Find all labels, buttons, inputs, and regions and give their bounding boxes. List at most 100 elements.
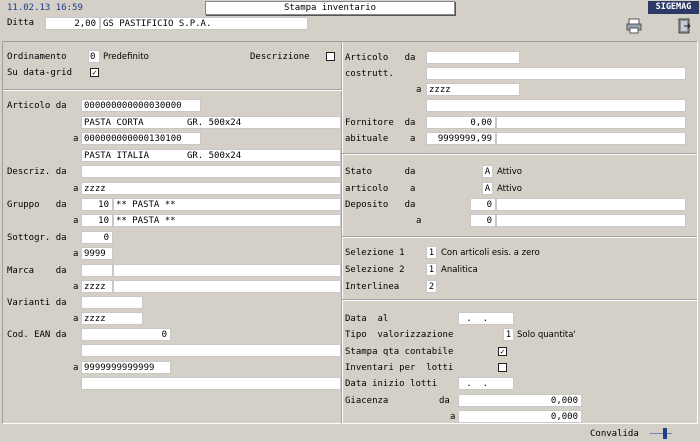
ean-a-field[interactable]: 9999999999999 (81, 361, 171, 374)
deposito-da-desc (496, 198, 686, 211)
articolo-da-field[interactable]: 000000000000030000 (81, 99, 201, 112)
gruppo-label: Gruppo da (7, 200, 67, 210)
sottogr-a-label: a (73, 249, 79, 259)
deposito-label: Deposito da (345, 200, 416, 210)
marca-da-desc (113, 264, 341, 277)
ordinamento-text: Predefinito (103, 52, 149, 62)
selezione2-label: Selezione 2 (345, 265, 405, 275)
ditta-name-field: GS PASTIFICIO S.P.A. (100, 17, 308, 30)
gruppo-a-label: a (73, 216, 79, 226)
giacenza-a-label: a (450, 412, 456, 422)
tipo-val-label: Tipo valorizzazione (345, 330, 454, 340)
interlinea-field[interactable]: 2 (426, 280, 437, 293)
selezione1-text: Con articoli esis. a zero (441, 248, 540, 258)
divider (342, 299, 697, 301)
sottogr-a-field[interactable]: 9999 (81, 247, 113, 260)
data-inizio-lotti-field[interactable]: . . 0 (458, 377, 514, 390)
descriz-a-label: a (73, 184, 79, 194)
printer-icon[interactable] (626, 18, 642, 34)
datetime: 11.02.13 16:59 (7, 3, 83, 13)
marca-a-code[interactable]: zzzz (81, 280, 113, 293)
su-data-grid-checkbox[interactable]: ✓ (90, 68, 99, 77)
fornitore-label: Fornitore da (345, 118, 416, 128)
descriz-label: Descriz. da (7, 167, 67, 177)
deposito-a-label: a (416, 216, 422, 226)
stato-da-text: Attivo (497, 167, 522, 177)
stato-da-field[interactable]: A (482, 165, 493, 178)
divider (342, 236, 697, 238)
articolo-da-label: Articolo da (7, 101, 67, 111)
su-data-grid-label: Su data-grid (7, 68, 73, 78)
articolo-a-desc: PASTA ITALIA GR. 500x24 (81, 149, 341, 162)
giacenza-da-field[interactable]: 0,000 (458, 394, 582, 407)
articolo-costr-a-field[interactable]: zzzz (426, 83, 520, 96)
descrizione-checkbox[interactable] (326, 52, 335, 61)
stampa-qta-checkbox[interactable]: ✓ (498, 347, 507, 356)
descrizione-label: Descrizione (250, 52, 310, 62)
data-inizio-lotti-label: Data inizio lotti (345, 379, 438, 389)
data-al-label: Data al (345, 314, 389, 324)
header-bar: 11.02.13 16:59 Stampa inventario SIGEMAG (0, 0, 700, 15)
tipo-val-text: Solo quantita' (517, 330, 576, 340)
articolo-costr-da-field[interactable] (426, 51, 520, 64)
convalida-button[interactable] (650, 428, 672, 439)
gruppo-a-desc: ** PASTA ** (113, 214, 341, 227)
ordinamento-field[interactable]: 0 (88, 50, 100, 63)
interlinea-label: Interlinea (345, 282, 400, 292)
articolo-costr-label-2: costrutt. (345, 69, 394, 79)
selezione2-field[interactable]: 1 (426, 263, 437, 276)
ditta-label: Ditta (7, 18, 35, 28)
gruppo-da-desc: ** PASTA ** (113, 198, 341, 211)
divider (3, 89, 342, 91)
selezione2-text: Analitica (441, 265, 478, 275)
selezione1-field[interactable]: 1 (426, 246, 437, 259)
fornitore-a-field[interactable]: 9999999,99 (426, 132, 496, 145)
marca-a-desc (113, 280, 341, 293)
articolo-a-field[interactable]: 000000000000130100 (81, 132, 201, 145)
stato-a-text: Attivo (497, 184, 522, 194)
divider (342, 153, 697, 155)
window-title: Stampa inventario (205, 1, 455, 15)
descriz-da-field[interactable] (81, 165, 341, 178)
deposito-a-field[interactable]: 0 (470, 214, 496, 227)
articolo-costr-a-desc (426, 99, 686, 112)
exit-door-icon[interactable] (676, 18, 692, 34)
sottogr-label: Sottogr. da (7, 233, 67, 243)
fornitore-da-field[interactable]: 0,00 (426, 116, 496, 129)
giacenza-a-field[interactable]: 0,000 (458, 410, 582, 423)
varianti-a-label: a (73, 314, 79, 324)
varianti-da-field[interactable] (81, 296, 143, 309)
tipo-val-field[interactable]: 1 (503, 328, 514, 341)
marca-da-code[interactable] (81, 264, 113, 277)
ditta-code-field[interactable]: 2,00 (45, 17, 100, 30)
ean-da-desc (81, 344, 341, 357)
articolo-costr-a-label: a (416, 85, 422, 95)
giacenza-da-label: da (439, 396, 450, 406)
fornitore-da-desc (496, 116, 686, 129)
ean-a-label: a (73, 363, 79, 373)
stato-a-field[interactable]: A (482, 182, 493, 195)
marca-label: Marca da (7, 266, 67, 276)
ean-da-field[interactable]: 0 (81, 328, 171, 341)
app-badge: SIGEMAG (648, 1, 699, 14)
inventari-lotti-label: Inventari per lotti (345, 363, 454, 373)
ean-a-desc (81, 377, 341, 390)
data-al-field[interactable]: . . 0 (458, 312, 514, 325)
inventari-lotti-checkbox[interactable] (498, 363, 507, 372)
varianti-a-field[interactable]: zzzz (81, 312, 143, 325)
articolo-a-label: a (73, 134, 79, 144)
stato-label-2: articolo a (345, 184, 416, 194)
gruppo-da-code[interactable]: 10 (81, 198, 113, 211)
stampa-qta-label: Stampa qta contabile (345, 347, 454, 357)
ean-label: Cod. EAN da (7, 330, 67, 340)
ordinamento-label: Ordinamento (7, 52, 67, 62)
deposito-da-field[interactable]: 0 (470, 198, 496, 211)
gruppo-a-code[interactable]: 10 (81, 214, 113, 227)
stato-label: Stato da (345, 167, 416, 177)
selezione1-label: Selezione 1 (345, 248, 405, 258)
sottogr-da-field[interactable]: 0 (81, 231, 113, 244)
fornitore-a-desc (496, 132, 686, 145)
descriz-a-field[interactable]: zzzz (81, 182, 341, 195)
articolo-costr-da-desc (426, 67, 686, 80)
varianti-label: Varianti da (7, 298, 67, 308)
